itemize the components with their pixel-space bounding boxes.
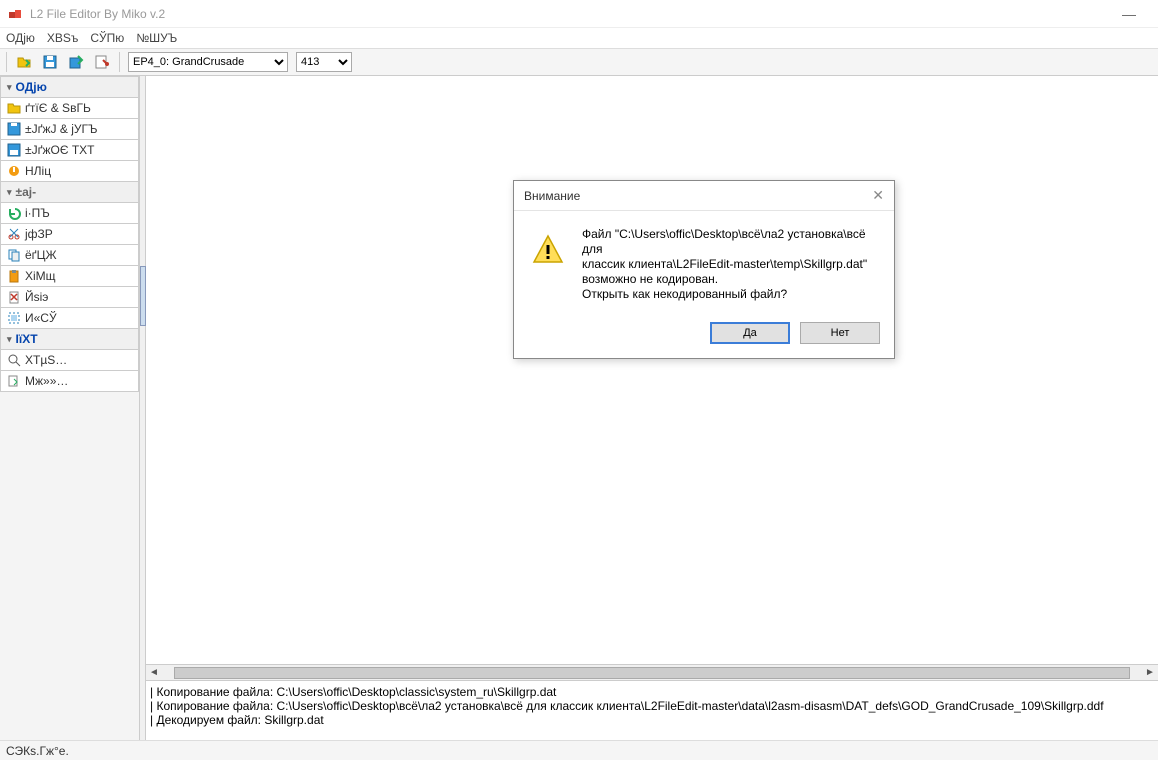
save-icon <box>7 122 21 136</box>
export-icon[interactable] <box>93 53 111 71</box>
side-btn-savetxt[interactable]: ±ЈґжОЄ TXT <box>0 139 139 160</box>
menu-bar: ОДјю ХВЅъ СЎПю №ШУЪ <box>0 28 1158 48</box>
app-icon <box>8 6 24 22</box>
menu-item-2[interactable]: СЎПю <box>90 31 124 45</box>
chevron-down-icon: ▾ <box>7 82 12 93</box>
content-area: ◄ ► | Копирование файла: C:\Users\offic\… <box>146 76 1158 740</box>
close-icon[interactable]: ✕ <box>872 187 884 204</box>
select-all-icon <box>7 311 21 325</box>
copy-icon <box>7 248 21 262</box>
side-group3-header[interactable]: ▾ІїХТ <box>0 328 139 349</box>
toolbar: EP4_0: GrandCrusade 413 <box>0 48 1158 76</box>
log-panel: | Копирование файла: C:\Users\offic\Desk… <box>146 680 1158 740</box>
scroll-left-icon[interactable]: ◄ <box>146 667 162 678</box>
chevron-down-icon: ▾ <box>7 187 12 198</box>
undo-icon <box>7 206 21 220</box>
side-group2-header[interactable]: ▾±ај- <box>0 181 139 202</box>
menu-item-0[interactable]: ОДјю <box>6 31 35 45</box>
dialog-message: Файл "C:\Users\offic\Desktop\всё\ла2 уст… <box>582 227 880 302</box>
save-as-icon[interactable] <box>67 53 85 71</box>
window-buttons: — <box>1114 6 1150 22</box>
side-btn-replace[interactable]: Мж»»… <box>0 370 139 392</box>
scroll-right-icon[interactable]: ► <box>1142 667 1158 678</box>
exit-icon <box>7 164 21 178</box>
side-btn-selectall[interactable]: И«СЎ <box>0 307 139 328</box>
save-txt-icon <box>7 143 21 157</box>
minimize-button[interactable]: — <box>1114 6 1144 22</box>
scroll-thumb[interactable] <box>174 667 1130 679</box>
side-btn-exit[interactable]: НЛіц <box>0 160 139 181</box>
editor-area <box>146 76 1158 664</box>
delete-icon <box>7 290 21 304</box>
side-btn-undo[interactable]: і·ПЪ <box>0 202 139 223</box>
save-icon[interactable] <box>41 53 59 71</box>
window-title: L2 File Editor By Miko v.2 <box>30 7 165 21</box>
chevron-down-icon: ▾ <box>7 334 12 345</box>
open-icon[interactable] <box>15 53 33 71</box>
status-bar: СЭКѕ.Гж°е. <box>0 740 1158 760</box>
folder-open-icon <box>7 101 21 115</box>
warning-icon <box>528 227 568 302</box>
no-button[interactable]: Нет <box>800 322 880 344</box>
cut-icon <box>7 227 21 241</box>
replace-icon <box>7 374 21 388</box>
dialog-body: Файл "C:\Users\offic\Desktop\всё\ла2 уст… <box>514 211 894 310</box>
yes-button[interactable]: Да <box>710 322 790 344</box>
side-btn-delete[interactable]: Йѕіэ <box>0 286 139 307</box>
side-btn-paste[interactable]: ХіМщ <box>0 265 139 286</box>
toolbar-sep <box>6 52 7 72</box>
build-dropdown[interactable]: 413 <box>296 52 352 72</box>
side-group1-header[interactable]: ▾ОДјю <box>0 76 139 97</box>
side-btn-open[interactable]: ґтїЄ & ЅвГЬ <box>0 97 139 118</box>
side-btn-save[interactable]: ±ЈґжЈ & јУГЪ <box>0 118 139 139</box>
find-icon <box>7 353 21 367</box>
dialog-buttons: Да Нет <box>514 310 894 358</box>
side-btn-copy[interactable]: ёґЦЖ <box>0 244 139 265</box>
menu-item-1[interactable]: ХВЅъ <box>47 31 79 45</box>
log-line: | Копирование файла: C:\Users\offic\Desk… <box>150 699 1154 713</box>
log-line: | Декодируем файл: Skillgrp.dat <box>150 713 1154 727</box>
status-text: СЭКѕ.Гж°е. <box>6 744 69 758</box>
side-btn-cut[interactable]: јфЗР <box>0 223 139 244</box>
dialog-title: Внимание <box>524 189 580 203</box>
title-bar: L2 File Editor By Miko v.2 — <box>0 0 1158 28</box>
side-btn-find[interactable]: ХТµЅ… <box>0 349 139 370</box>
log-line: | Копирование файла: C:\Users\offic\Desk… <box>150 685 1154 699</box>
version-dropdown[interactable]: EP4_0: GrandCrusade <box>128 52 288 72</box>
menu-item-3[interactable]: №ШУЪ <box>136 31 177 45</box>
toolbar-sep2 <box>119 52 120 72</box>
horizontal-scrollbar[interactable]: ◄ ► <box>146 664 1158 680</box>
dialog-title-bar[interactable]: Внимание ✕ <box>514 181 894 211</box>
side-panel: ▾ОДјю ґтїЄ & ЅвГЬ ±ЈґжЈ & јУГЪ ±ЈґжОЄ TX… <box>0 76 140 740</box>
paste-icon <box>7 269 21 283</box>
warning-dialog: Внимание ✕ Файл "C:\Users\offic\Desktop\… <box>513 180 895 359</box>
main-area: ▾ОДјю ґтїЄ & ЅвГЬ ±ЈґжЈ & јУГЪ ±ЈґжОЄ TX… <box>0 76 1158 740</box>
